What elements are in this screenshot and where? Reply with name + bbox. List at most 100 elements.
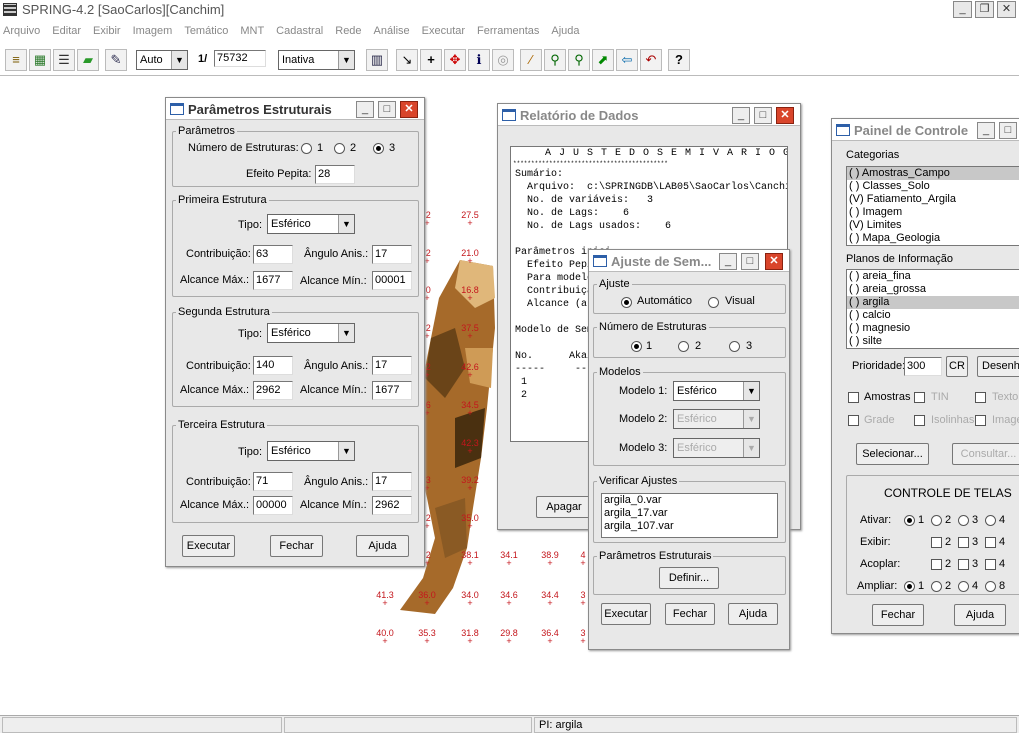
visual-radio[interactable] (708, 297, 719, 308)
zoom-out-icon[interactable]: ⚲ (568, 49, 590, 71)
maximize-button[interactable]: □ (378, 101, 396, 118)
minimize-button[interactable]: _ (732, 107, 750, 124)
plano-item[interactable]: ( ) argila (847, 296, 1019, 309)
menu-imagem[interactable]: Imagem (133, 22, 173, 40)
e1-angulo-input[interactable]: 17 (372, 245, 412, 264)
e3-amax-input[interactable]: 00000 (253, 496, 293, 515)
plane-icon[interactable]: ▰ (77, 49, 99, 71)
menu-mnt[interactable]: MNT (240, 22, 264, 40)
ativar-1-radio[interactable] (904, 515, 915, 526)
info-icon[interactable]: ℹ (468, 49, 490, 71)
database-icon[interactable]: ≡ (5, 49, 27, 71)
category-item[interactable]: ( ) Amostras_Campo (847, 167, 1019, 180)
target-icon[interactable]: ◎ (492, 49, 514, 71)
definir-button[interactable]: Definir... (659, 567, 719, 589)
close-button[interactable]: ✕ (997, 1, 1016, 18)
minimize-button[interactable]: _ (977, 122, 995, 139)
fechar-button[interactable]: Fechar (665, 603, 715, 625)
exibir-3-checkbox[interactable] (958, 537, 969, 548)
selecionar-button[interactable]: Selecionar... (856, 443, 929, 465)
amostras-checkbox[interactable] (848, 392, 859, 403)
e2-amin-input[interactable]: 1677 (372, 381, 412, 400)
minimize-button[interactable]: _ (719, 253, 737, 270)
menu-ferramentas[interactable]: Ferramentas (477, 22, 539, 40)
menu-executar[interactable]: Executar (422, 22, 465, 40)
acoplar-4-checkbox[interactable] (985, 559, 996, 570)
desenhar-button[interactable]: Desenh (977, 356, 1019, 377)
e2-amax-input[interactable]: 2962 (253, 381, 293, 400)
ativar-2-radio[interactable] (931, 515, 942, 526)
e2-tipo-select[interactable]: Esférico ▼ (267, 323, 355, 343)
tin-checkbox[interactable] (914, 392, 925, 403)
ampliar-3-radio[interactable] (958, 581, 969, 592)
e3-angulo-input[interactable]: 17 (372, 472, 412, 491)
layers-icon[interactable]: ☰ (53, 49, 75, 71)
minimize-button[interactable]: _ (356, 101, 374, 118)
list-item[interactable]: argila_0.var (602, 494, 777, 507)
plano-item[interactable]: ( ) areia_grossa (847, 283, 1019, 296)
planos-list[interactable]: ( ) areia_fina( ) areia_grossa( ) argila… (846, 269, 1019, 349)
e2-angulo-input[interactable]: 17 (372, 356, 412, 375)
maximize-button[interactable]: ❐ (975, 1, 994, 18)
pan-icon[interactable]: ✥ (444, 49, 466, 71)
project-icon[interactable]: ▦ (29, 49, 51, 71)
acoplar-2-checkbox[interactable] (931, 559, 942, 570)
category-item[interactable]: ( ) Imagem (847, 206, 1019, 219)
maximize-button[interactable]: □ (999, 122, 1017, 139)
pepita-input[interactable]: 28 (315, 165, 355, 184)
imagem-checkbox[interactable] (975, 415, 986, 426)
acoplar-3-checkbox[interactable] (958, 559, 969, 570)
draw-icon[interactable]: ✎ (105, 49, 127, 71)
ajuda-button[interactable]: Ajuda (954, 604, 1006, 626)
e2-contrib-input[interactable]: 140 (253, 356, 293, 375)
ativar-4-radio[interactable] (985, 515, 996, 526)
modelo3-select[interactable]: Esférico ▼ (673, 438, 760, 458)
exibir-4-checkbox[interactable] (985, 537, 996, 548)
isolinhas-checkbox[interactable] (914, 415, 925, 426)
categorias-list[interactable]: ( ) Amostras_Campo( ) Classes_Solo (V) Fa… (846, 166, 1019, 246)
back-icon[interactable]: ⇦ (616, 49, 638, 71)
prioridade-input[interactable]: 300 (904, 357, 942, 376)
num-1-radio[interactable] (631, 341, 642, 352)
fechar-button[interactable]: Fechar (270, 535, 323, 557)
e3-tipo-select[interactable]: Esférico ▼ (267, 441, 355, 461)
verificar-list[interactable]: argila_0.var argila_17.var argila_107.va… (601, 493, 778, 538)
cr-button[interactable]: CR (946, 356, 968, 377)
menu-arquivo[interactable]: Arquivo (3, 22, 40, 40)
zoom-area-icon[interactable]: ⬈ (592, 49, 614, 71)
modelo2-select[interactable]: Esférico ▼ (673, 409, 760, 429)
menu-tematico[interactable]: Temático (184, 22, 228, 40)
help-icon[interactable]: ? (668, 49, 690, 71)
plano-item[interactable]: ( ) calcio (847, 309, 1019, 322)
zoom-mode-select[interactable]: Auto ▼ (136, 50, 188, 70)
executar-button[interactable]: Executar (601, 603, 651, 625)
pencil-icon[interactable]: ∕ (520, 49, 542, 71)
zoom-in-icon[interactable]: ⚲ (544, 49, 566, 71)
menu-exibir[interactable]: Exibir (93, 22, 121, 40)
list-item[interactable]: argila_107.var (602, 520, 777, 533)
maximize-button[interactable]: □ (741, 253, 759, 270)
e1-tipo-select[interactable]: Esférico ▼ (267, 214, 355, 234)
num-estruturas-2-radio[interactable] (334, 143, 345, 154)
ativar-3-radio[interactable] (958, 515, 969, 526)
fechar-button[interactable]: Fechar (872, 604, 924, 626)
category-item[interactable]: ( ) Classes_Solo (847, 180, 1019, 193)
scale-input[interactable]: 75732 (214, 50, 266, 67)
apagar-button[interactable]: Apagar (536, 496, 592, 518)
plus-icon[interactable]: + (420, 49, 442, 71)
arrow-down-right-icon[interactable]: ↘ (396, 49, 418, 71)
menu-editar[interactable]: Editar (52, 22, 81, 40)
num-estruturas-3-radio[interactable] (373, 143, 384, 154)
grid-icon[interactable]: ▥ (366, 49, 388, 71)
maximize-button[interactable]: □ (754, 107, 772, 124)
ajuda-button[interactable]: Ajuda (356, 535, 409, 557)
automatico-radio[interactable] (621, 297, 632, 308)
modelo1-select[interactable]: Esférico ▼ (673, 381, 760, 401)
plano-item[interactable]: ( ) magnesio (847, 322, 1019, 335)
menu-cadastral[interactable]: Cadastral (276, 22, 323, 40)
e1-amin-input[interactable]: 00001 (372, 271, 412, 290)
e1-amax-input[interactable]: 1677 (253, 271, 293, 290)
ampliar-4-radio[interactable] (985, 581, 996, 592)
close-button[interactable]: ✕ (400, 101, 418, 118)
ampliar-1-radio[interactable] (904, 581, 915, 592)
